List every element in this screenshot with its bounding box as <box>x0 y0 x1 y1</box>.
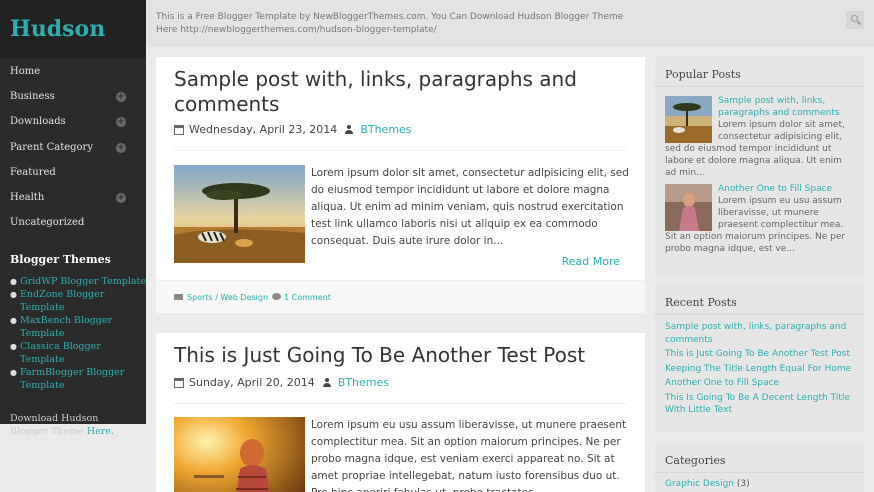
expand-plus-icon[interactable]: + <box>116 92 126 103</box>
post-card: Sample post with, links, paragraphs and … <box>156 57 645 313</box>
user-icon <box>322 378 331 387</box>
calendar-icon <box>174 377 184 388</box>
download-link[interactable]: Here. <box>87 426 114 437</box>
blogger-themes-list: ● GridWP Blogger Template ● EndZone Blogge… <box>10 275 146 392</box>
bullet-icon: ● <box>10 368 17 378</box>
post-footer: Sports / Web Design 1 Comment <box>156 280 645 313</box>
recent-posts-list: Sample post with, links, paragraphs and … <box>665 321 855 419</box>
nav-item-home[interactable]: Home <box>0 59 146 84</box>
download-text: Download Hudson Blogger Theme <box>10 413 99 438</box>
divider <box>655 314 864 315</box>
list-item[interactable]: ● EndZone Blogger Template <box>10 288 146 314</box>
recent-posts-widget: Recent Posts Sample post with, links, pa… <box>655 285 864 433</box>
popular-post-thumbnail[interactable] <box>665 184 712 231</box>
bullet-icon: ● <box>10 290 17 300</box>
post-author[interactable]: BThemes <box>360 123 411 136</box>
theme-link[interactable]: Classica Blogger Template <box>20 340 146 366</box>
divider <box>174 403 626 404</box>
download-note: Download Hudson Blogger Theme Here. <box>10 412 136 438</box>
main-nav: Home Business + Downloads + Parent Categor… <box>0 59 146 235</box>
comment-icon <box>272 293 281 300</box>
category-link[interactable]: Graphic Design <box>665 479 734 489</box>
left-sidebar: Hudson Home Business + Downloads + Parent … <box>0 0 146 437</box>
theme-link[interactable]: EndZone Blogger Template <box>20 288 146 314</box>
popular-posts-widget: Popular Posts Sample post with, links, p… <box>655 57 864 275</box>
divider <box>655 86 864 87</box>
comments-link[interactable]: 1 Comment <box>284 293 331 302</box>
site-logo[interactable]: Hudson <box>0 0 146 58</box>
post-labels[interactable]: Sports / Web Design <box>187 293 268 302</box>
post-card: This is Just Going To Be Another Test Po… <box>156 333 645 492</box>
nav-item-downloads[interactable]: Downloads + <box>0 109 146 134</box>
divider <box>174 150 626 151</box>
nav-item-business[interactable]: Business + <box>0 84 146 109</box>
post-excerpt: Lorem ipsum eu usu assum liberavisse, ut… <box>311 419 627 492</box>
theme-link[interactable]: GridWP Blogger Template <box>20 275 146 288</box>
calendar-icon <box>174 124 184 135</box>
recent-post-link[interactable]: Another One to Fill Space <box>665 377 855 390</box>
post-author[interactable]: BThemes <box>338 376 389 389</box>
list-item[interactable]: ● FarmBlogger Blogger Template <box>10 366 146 392</box>
popular-post-thumbnail[interactable] <box>665 96 712 143</box>
top-bar: This is a Free Blogger Template by NewBl… <box>146 0 874 47</box>
theme-link[interactable]: MaxBench Blogger Template <box>20 314 146 340</box>
theme-link[interactable]: FarmBlogger Blogger Template <box>20 366 146 392</box>
bullet-icon: ● <box>10 316 17 326</box>
list-item[interactable]: ● Classica Blogger Template <box>10 340 146 366</box>
nav-item-parent-category[interactable]: Parent Category + <box>0 135 146 160</box>
nav-item-label: Parent Category <box>10 141 93 153</box>
categories-widget: Categories Graphic Design (3) <box>655 443 864 492</box>
nav-item-featured[interactable]: Featured <box>0 160 146 185</box>
divider <box>655 472 864 473</box>
post-title[interactable]: Sample post with, links, paragraphs and … <box>174 67 604 117</box>
popular-post-item: Sample post with, links, paragraphs and … <box>665 95 855 179</box>
nav-item-label: Health <box>10 191 45 203</box>
bullet-icon: ● <box>10 342 17 352</box>
nav-item-uncategorized[interactable]: Uncategorized <box>0 210 146 235</box>
expand-plus-icon[interactable]: + <box>116 192 126 203</box>
widget-title: Categories <box>665 454 726 467</box>
category-item: Graphic Design (3) <box>665 479 750 489</box>
post-meta: Wednesday, April 23, 2014 BThemes <box>174 123 412 136</box>
post-title[interactable]: This is Just Going To Be Another Test Po… <box>174 343 644 368</box>
list-item[interactable]: ● GridWP Blogger Template <box>10 275 146 288</box>
read-more-link[interactable]: Read More <box>562 255 620 268</box>
expand-plus-icon[interactable]: + <box>116 117 126 128</box>
recent-post-link[interactable]: This is Just Going To Be Another Test Po… <box>665 348 855 361</box>
post-meta: Sunday, April 20, 2014 BThemes <box>174 376 389 389</box>
category-count: (3) <box>736 479 750 489</box>
widget-title: Recent Posts <box>665 296 737 309</box>
blogger-themes-heading: Blogger Themes <box>10 253 111 267</box>
user-icon <box>345 125 354 134</box>
recent-post-link[interactable]: This Is Going To Be A Decent Length Titl… <box>665 392 855 417</box>
template-notice: This is a Free Blogger Template by NewBl… <box>156 12 624 35</box>
nav-item-label: Downloads <box>10 116 66 128</box>
folder-icon <box>174 294 183 300</box>
widget-title: Popular Posts <box>665 68 741 81</box>
post-date: Wednesday, April 23, 2014 <box>189 123 338 136</box>
expand-plus-icon[interactable]: + <box>116 142 126 153</box>
post-date: Sunday, April 20, 2014 <box>189 376 315 389</box>
post-excerpt: Lorem ipsum dolor sit amet, consectetur … <box>311 167 629 247</box>
popular-post-item: Another One to Fill Space Lorem ipsum eu… <box>665 183 855 255</box>
bullet-icon: ● <box>10 277 17 287</box>
post-thumbnail[interactable] <box>174 165 305 263</box>
nav-item-label: Uncategorized <box>10 217 85 229</box>
nav-item-health[interactable]: Health + <box>0 185 146 210</box>
nav-item-label: Home <box>10 66 41 77</box>
post-thumbnail[interactable] <box>174 417 305 492</box>
recent-post-link[interactable]: Sample post with, links, paragraphs and … <box>665 321 855 346</box>
list-item[interactable]: ● MaxBench Blogger Template <box>10 314 146 340</box>
search-icon[interactable] <box>846 11 864 29</box>
nav-item-label: Business <box>10 91 55 103</box>
recent-post-link[interactable]: Keeping The Title Length Equal For Home <box>665 363 855 376</box>
nav-item-label: Featured <box>10 166 56 178</box>
